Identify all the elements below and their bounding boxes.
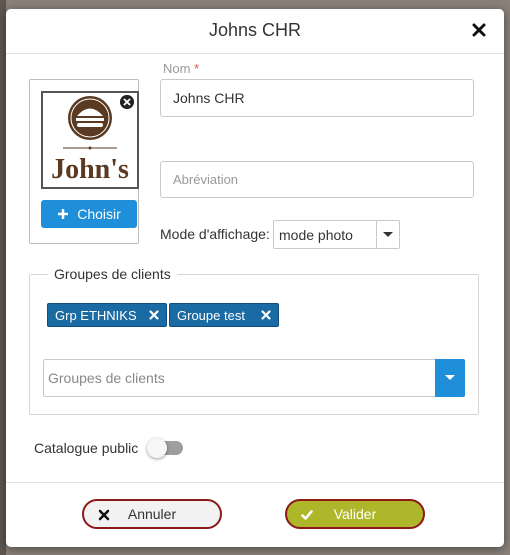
chevron-down-icon bbox=[383, 232, 393, 237]
name-input[interactable] bbox=[160, 79, 474, 117]
chevron-down-icon bbox=[445, 375, 455, 380]
dialog-title: Johns CHR bbox=[208, 20, 302, 40]
client-groups-legend: Groupes de clients bbox=[48, 266, 177, 282]
plus-icon bbox=[58, 209, 69, 219]
close-icon[interactable] bbox=[472, 23, 486, 37]
display-mode-label: Mode d'affichage: bbox=[160, 226, 270, 242]
display-mode-select[interactable]: mode photo bbox=[273, 220, 400, 249]
abbreviation-input[interactable] bbox=[160, 161, 474, 198]
required-mark: * bbox=[194, 61, 200, 76]
check-icon bbox=[301, 510, 313, 520]
remove-tag-icon[interactable] bbox=[149, 310, 159, 320]
remove-photo-icon[interactable] bbox=[120, 95, 134, 109]
public-catalog-label: Catalogue public bbox=[34, 440, 139, 456]
name-label-text: Nom bbox=[163, 61, 191, 76]
choose-photo-label: Choisir bbox=[77, 206, 121, 222]
client-groups-dropdown-button[interactable] bbox=[435, 359, 465, 397]
display-mode-value: mode photo bbox=[279, 227, 353, 243]
logo-text: John's bbox=[51, 154, 129, 185]
client-groups-search-input[interactable] bbox=[44, 360, 432, 396]
confirm-button[interactable]: Valider bbox=[285, 499, 425, 529]
toggle-knob bbox=[147, 438, 167, 458]
group-tag: Groupe test bbox=[169, 303, 279, 327]
public-catalog-toggle[interactable] bbox=[147, 438, 183, 458]
client-groups-select bbox=[43, 359, 465, 397]
name-label: Nom * bbox=[163, 61, 199, 76]
choose-photo-button[interactable]: Choisir bbox=[41, 200, 137, 228]
group-tag-label: Grp ETHNIKS bbox=[55, 307, 137, 323]
group-tag: Grp ETHNIKS bbox=[47, 303, 167, 327]
footer-divider bbox=[6, 482, 504, 483]
cancel-button[interactable]: Annuler bbox=[82, 499, 222, 529]
remove-tag-icon[interactable] bbox=[261, 310, 271, 320]
edit-client-dialog: Johns CHR John's Choisir Nom * Johns CHR… bbox=[6, 9, 504, 547]
group-tag-label: Groupe test bbox=[177, 307, 245, 323]
x-icon bbox=[98, 509, 110, 521]
dialog-header: Johns CHR bbox=[6, 9, 504, 54]
select-divider bbox=[376, 221, 377, 248]
